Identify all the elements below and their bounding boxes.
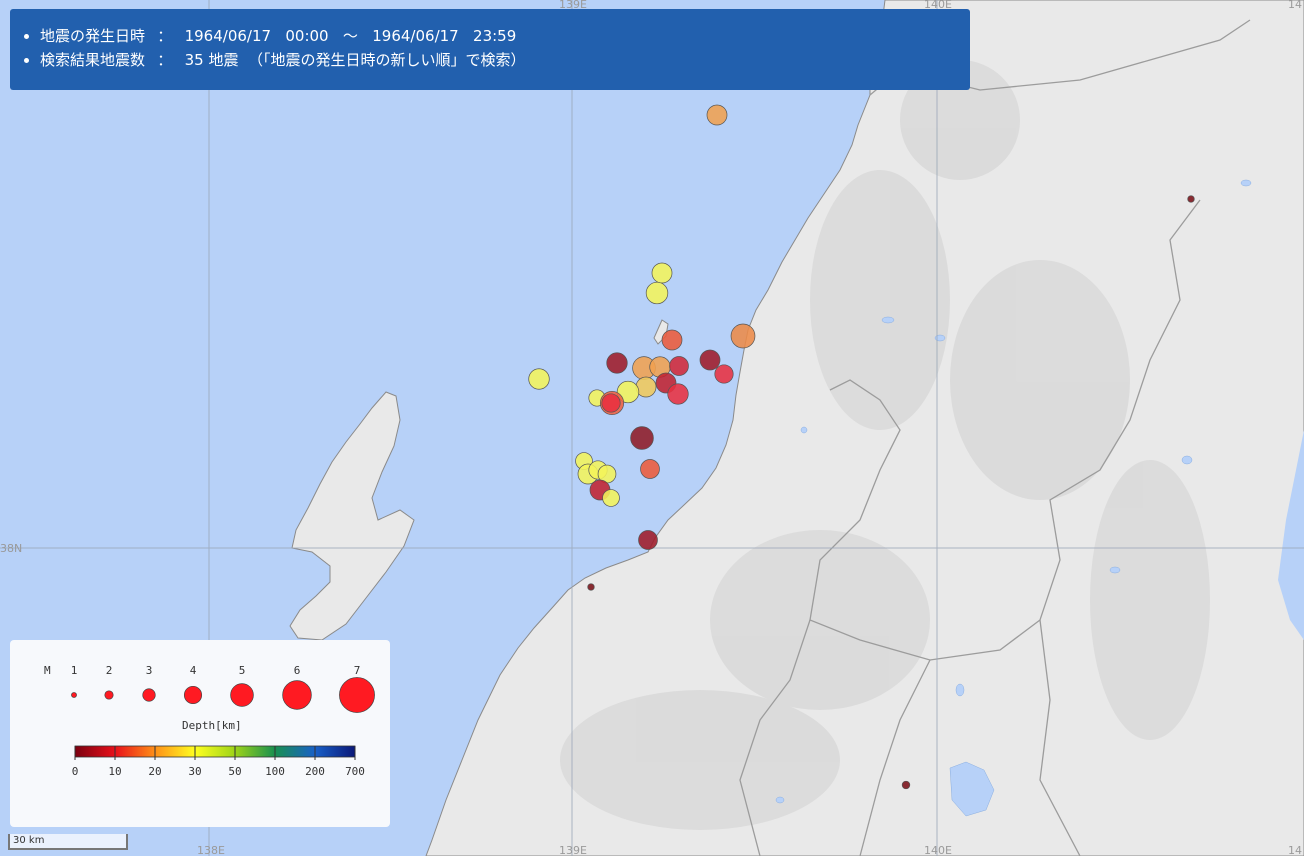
magnitude-symbol-4 [183,685,203,705]
depth-color-bar [74,745,356,758]
magnitude-label-4: 4 [190,664,197,677]
earthquake-marker-20[interactable] [640,459,660,479]
end-date: 1964/06/17 [372,27,459,45]
magnitude-label-6: 6 [294,664,301,677]
magnitude-symbol-7 [339,677,375,713]
period-line: 地震の発生日時 ： 1964/06/17 00:00 ～ 1964/06/17 … [40,24,970,48]
lon-label-141-top: 14 [1288,0,1302,11]
earthquake-marker-26[interactable] [602,489,620,507]
magnitude-label-1: 1 [71,664,78,677]
depth-tick-label-20: 20 [148,765,161,778]
scale-bar: 30 km [8,834,128,850]
earthquake-marker-18[interactable] [601,393,621,413]
earthquake-marker-6[interactable] [699,349,721,371]
lon-label-138: 138E [197,844,225,856]
period-label: 地震の発生日時 [40,27,146,45]
magnitude-title: M [44,664,51,677]
count-line: 検索結果地震数 ： 35 地震 （「地震の発生日時の新しい順」で検索） [40,48,970,72]
search-info-panel: 地震の発生日時 ： 1964/06/17 00:00 ～ 1964/06/17 … [10,9,970,90]
lon-label-141: 14 [1288,844,1302,856]
legend-panel: M 1 2 3 4 5 6 7 Depth[km] 0 10 20 30 50 100 200 700 [10,640,390,827]
earthquake-marker-30[interactable] [901,780,911,790]
depth-tick-label-700: 700 [345,765,365,778]
legend-graphic: M 1 2 3 4 5 6 7 Depth[km] 0 10 20 30 50 100 200 700 [44,664,375,778]
magnitude-symbol-2 [104,690,114,700]
magnitude-label-3: 3 [146,664,153,677]
earthquake-marker-5[interactable] [606,352,628,374]
end-time: 23:59 [473,27,517,45]
magnitude-symbol-3 [142,688,156,702]
earthquake-marker-29[interactable] [1187,195,1195,203]
lon-label-140: 140E [924,844,952,856]
magnitude-label-5: 5 [239,664,246,677]
depth-tick-label-200: 200 [305,765,325,778]
range-tilde: ～ [342,27,358,45]
earthquake-marker-1[interactable] [651,262,673,284]
count-label: 検索結果地震数 [40,51,146,69]
earthquake-marker-10[interactable] [714,364,734,384]
earthquake-marker-4[interactable] [730,323,756,349]
depth-tick-label-50: 50 [228,765,241,778]
earthquake-marker-27[interactable] [638,530,658,550]
lon-label-139: 139E [559,844,587,856]
sort-note: （「地震の発生日時の新しい順」で検索） [248,51,526,69]
start-date: 1964/06/17 [184,27,272,45]
count-value: 35 地震 [184,51,239,69]
magnitude-symbol-1 [71,692,77,698]
earthquake-marker-0[interactable] [706,104,728,126]
period-colon: ： [157,27,173,45]
scale-label: 30 km [13,835,45,846]
earthquake-marker-2[interactable] [645,281,669,305]
magnitude-symbol-5 [230,683,254,707]
count-colon: ： [157,51,173,69]
earthquake-marker-15[interactable] [667,383,689,405]
depth-tick-label-100: 100 [265,765,285,778]
earthquake-marker-28[interactable] [587,583,595,591]
magnitude-symbols [71,677,375,713]
earthquake-marker-11[interactable] [528,368,550,390]
depth-tick-label-0: 0 [72,765,79,778]
depth-title: Depth[km] [182,719,242,732]
earthquake-marker-3[interactable] [661,329,683,351]
lat-label-38: 38N [0,542,22,555]
depth-tick-label-30: 30 [188,765,201,778]
magnitude-symbol-6 [282,680,312,710]
magnitude-labels: 1 2 3 4 5 6 7 [71,664,361,677]
earthquake-marker-19[interactable] [630,426,654,450]
magnitude-label-2: 2 [106,664,113,677]
magnitude-label-7: 7 [354,664,361,677]
start-time: 00:00 [285,27,329,45]
depth-tick-label-10: 10 [108,765,121,778]
earthquake-marker-9[interactable] [669,356,689,376]
